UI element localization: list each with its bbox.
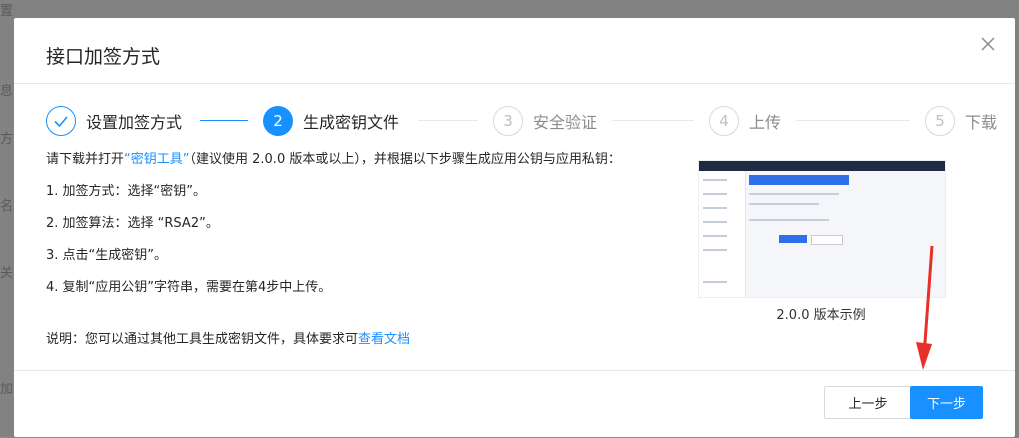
step-number: 2 xyxy=(263,106,293,136)
step-label: 上传 xyxy=(749,113,782,132)
prev-step-button[interactable]: 上一步 xyxy=(824,386,912,419)
step-3: 3 安全验证 xyxy=(493,103,597,139)
intro-text: 请下载并打开“密钥工具”（建议使用 2.0.0 版本或以上），并根据以下步骤生成… xyxy=(46,148,621,167)
stepper: 设置加签方式 2 生成密钥文件 3 安全验证 4 上传 5 下载 xyxy=(46,103,1006,139)
note-text: 说明：您可以通过其他工具生成密钥文件，具体要求可查看文档 xyxy=(46,328,410,347)
intro-after: （建议使用 2.0.0 版本或以上），并根据以下步骤生成应用公钥与应用私钥： xyxy=(189,152,621,167)
close-button[interactable] xyxy=(979,35,997,53)
step-connector xyxy=(200,120,248,121)
step-connector xyxy=(612,120,694,121)
instruction-item: 2. 加签算法：选择 “RSA2”。 xyxy=(46,216,219,231)
step-2: 2 生成密钥文件 xyxy=(263,103,399,139)
signing-method-dialog: 接口加签方式 设置加签方式 2 生成密钥文件 3 安全验证 4 上传 5 下载 … xyxy=(14,18,1015,437)
key-tool-link[interactable]: “密钥工具” xyxy=(124,152,189,167)
step-label: 生成密钥文件 xyxy=(303,113,400,132)
step-number: 5 xyxy=(925,106,955,136)
instruction-item: 1. 加签方式：选择“密钥”。 xyxy=(46,184,207,199)
dialog-title: 接口加签方式 xyxy=(46,46,161,68)
example-caption: 2.0.0 版本示例 xyxy=(776,308,866,323)
example-sidebar xyxy=(699,171,746,297)
step-label: 设置加签方式 xyxy=(86,113,183,132)
step-connector xyxy=(418,120,478,121)
step-number: 3 xyxy=(493,106,523,136)
note-before: 说明：您可以通过其他工具生成密钥文件，具体要求可 xyxy=(46,332,359,347)
step-5: 5 下载 xyxy=(925,103,997,139)
step-number: 4 xyxy=(709,106,739,136)
close-icon xyxy=(981,37,995,51)
instruction-item: 4. 复制“应用公钥”字符串，需要在第4步中上传。 xyxy=(46,280,332,295)
view-docs-link[interactable]: 查看文档 xyxy=(358,332,410,347)
intro-before: 请下载并打开 xyxy=(46,152,125,167)
example-titlebar xyxy=(699,161,945,171)
check-icon xyxy=(46,106,76,136)
example-screenshot xyxy=(698,160,946,298)
dialog-footer: 上一步 下一步 xyxy=(14,370,1015,438)
step-label: 下载 xyxy=(965,113,998,132)
step-1: 设置加签方式 xyxy=(46,103,182,139)
annotation-arrow-icon xyxy=(916,245,934,370)
dialog-header: 接口加签方式 xyxy=(14,18,1015,84)
step-connector xyxy=(796,120,910,121)
next-step-button[interactable]: 下一步 xyxy=(910,386,983,419)
step-label: 安全验证 xyxy=(533,113,598,132)
instruction-item: 3. 点击“生成密钥”。 xyxy=(46,248,168,263)
step-4: 4 上传 xyxy=(709,103,781,139)
